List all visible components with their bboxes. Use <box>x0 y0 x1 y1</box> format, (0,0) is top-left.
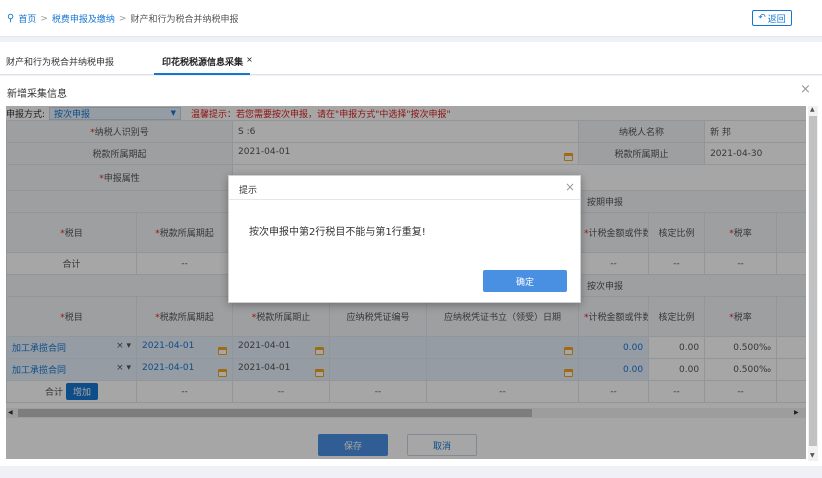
return-icon: ↶ <box>758 13 766 23</box>
breadcrumb-separator: > <box>40 13 48 24</box>
dialog-header: 提示 × <box>229 176 580 200</box>
tab-combined-filing[interactable]: 财产和行为税合并纳税申报 <box>6 55 114 68</box>
dialog-close-icon[interactable]: × <box>565 180 575 194</box>
panel-close-icon[interactable]: × <box>800 82 811 97</box>
active-tab-indicator <box>154 73 250 75</box>
vertical-scrollbar[interactable]: ▲ ▼ <box>808 106 818 461</box>
tab-stamp-tax[interactable]: 印花税税源信息采集 × <box>162 55 253 68</box>
dialog-title: 提示 <box>239 186 258 196</box>
breadcrumb: ⚲ 首页 > 税费申报及缴纳 > 财产和行为税合并纳税申报 <box>7 12 238 25</box>
location-pin-icon: ⚲ <box>7 13 15 24</box>
tab-close-icon[interactable]: × <box>246 55 253 64</box>
back-label: 返回 <box>767 14 786 25</box>
dialog-message: 按次申报中第2行税目不能与第1行重复! <box>249 227 426 238</box>
back-button[interactable]: ↶ 返回 <box>752 10 792 26</box>
scroll-down-arrow[interactable]: ▼ <box>810 452 815 459</box>
breadcrumb-tax-filing[interactable]: 税费申报及缴纳 <box>52 12 115 25</box>
breadcrumb-separator: > <box>118 13 127 24</box>
vertical-scroll-thumb[interactable] <box>809 116 817 446</box>
tab-stamp-tax-label: 印花税税源信息采集 <box>162 58 244 68</box>
top-bar: ⚲ 首页 > 税费申报及缴纳 > 财产和行为税合并纳税申报 ↶ 返回 <box>0 0 822 37</box>
panel-title: 新增采集信息 <box>7 89 67 100</box>
breadcrumb-current: 财产和行为税合并纳税申报 <box>130 15 239 25</box>
dialog-ok-button[interactable]: 确定 <box>483 270 567 292</box>
tab-bar: 财产和行为税合并纳税申报 印花税税源信息采集 × <box>0 42 822 75</box>
alert-dialog: 提示 × 按次申报中第2行税目不能与第1行重复! 确定 <box>228 175 581 303</box>
breadcrumb-home[interactable]: 首页 <box>18 12 36 25</box>
scroll-up-arrow[interactable]: ▲ <box>810 106 815 113</box>
